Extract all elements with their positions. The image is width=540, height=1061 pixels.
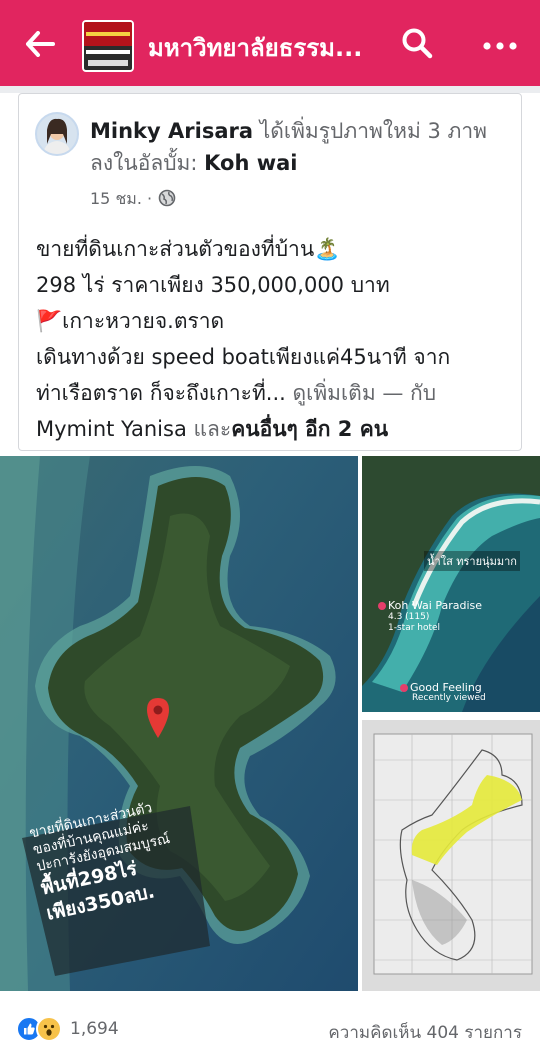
post-card: Minky Arisara ได้เพิ่มรูปภาพใหม่ 3 ภาพลง… [0, 93, 540, 1061]
globe-icon [158, 189, 176, 211]
recently-viewed-label: Recently viewed [412, 693, 486, 703]
comment-count-link[interactable]: ความคิดเห็น 404 รายการ [328, 1019, 522, 1046]
author-avatar[interactable] [35, 112, 79, 156]
flag-emoji: 🚩 [36, 309, 63, 333]
post-text-line-3: 🚩เกาะหวายจ.ตราด [36, 303, 524, 339]
wow-icon [36, 1016, 62, 1042]
beach-satellite-image [362, 456, 540, 712]
post-body-text: ขายที่ดินเกาะส่วนตัวของที่บ้าน🏝️ 298 ไร่… [36, 231, 524, 447]
reaction-count: 1,694 [70, 1019, 119, 1039]
reaction-icons [16, 1016, 62, 1042]
back-button[interactable] [22, 28, 58, 64]
more-dots-icon [482, 36, 518, 55]
more-options-button[interactable] [476, 25, 524, 65]
and-text: และ [186, 417, 232, 441]
tagged-person-link[interactable]: Mymint Yanisa [36, 417, 187, 441]
page-avatar[interactable] [82, 20, 134, 72]
post-timestamp[interactable]: 15 ชม. · [90, 187, 152, 212]
land-plan-image [362, 720, 540, 991]
rating-label: 4.3 (115) [388, 612, 430, 622]
post-text-line-2: 298 ไร่ ราคาเพียง 350,000,000 บาท [36, 273, 390, 297]
photo-land-plan[interactable] [362, 720, 540, 991]
album-link[interactable]: Koh wai [204, 151, 297, 175]
koh-wai-paradise-label: Koh Wai Paradise [388, 599, 483, 612]
top-app-bar: มหาวิทยาลัยธรรม... [0, 0, 540, 86]
post-text-line-1-content: ขายที่ดินเกาะส่วนตัวของที่บ้าน [36, 237, 315, 261]
post-text-line-1: ขายที่ดินเกาะส่วนตัวของที่บ้าน🏝️ [36, 231, 524, 267]
see-more-link[interactable]: ดูเพิ่มเติม [286, 381, 376, 405]
post-text-line-5-content: ท่าเรือตราด ก็จะถึงเกาะที่... [36, 381, 286, 405]
search-icon [401, 27, 433, 63]
photo-beach-map[interactable]: น้ำใส ทรายนุ่มมาก Koh Wai Paradise 4.3 (… [362, 456, 540, 712]
post-meta: 15 ชม. · [90, 187, 176, 212]
beach-label: น้ำใส ทรายนุ่มมาก [424, 551, 520, 571]
author-name-link[interactable]: Minky Arisara [90, 119, 253, 143]
post-text-line-3-content: เกาะหวายจ.ตราด [62, 309, 225, 333]
page-title[interactable]: มหาวิทยาลัยธรรม... [148, 30, 373, 70]
reactions-summary[interactable]: 1,694 [16, 1016, 119, 1042]
hotel-label: 1-star hotel [388, 623, 441, 633]
photo-main-island[interactable]: ขายที่ดินเกาะส่วนตัว ของที่บ้านคุณแม่ค่ะ… [0, 456, 358, 991]
post-text-line-4: เดินทางด้วย speed boatเพียงแค่45นาที จาก [36, 345, 451, 369]
tagged-others-link[interactable]: คนอื่นๆ อีก 2 คน [231, 417, 388, 441]
arrow-left-icon [25, 31, 55, 61]
post-text-line-6: Mymint Yanisa และคนอื่นๆ อีก 2 คน [36, 411, 524, 447]
island-emoji: 🏝️ [314, 237, 341, 261]
post-text-line-5: ท่าเรือตราด ก็จะถึงเกาะที่... ดูเพิ่มเติ… [36, 375, 524, 411]
with-text: — กับ [375, 381, 437, 405]
post-header: Minky Arisara ได้เพิ่มรูปภาพใหม่ 3 ภาพลง… [90, 115, 510, 179]
search-button[interactable] [397, 25, 437, 65]
